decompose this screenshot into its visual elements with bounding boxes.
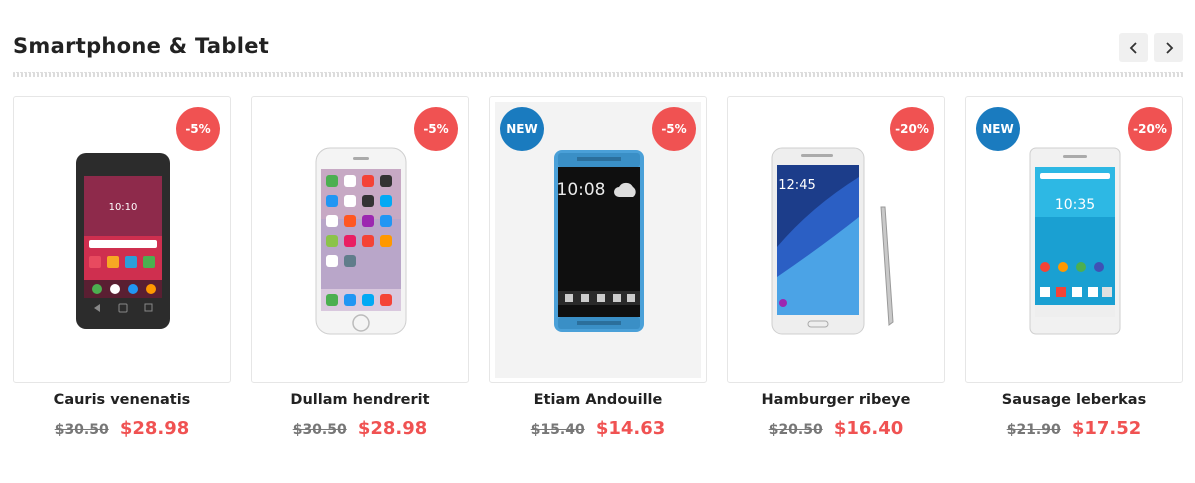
product-name[interactable]: Cauris venenatis: [13, 392, 231, 408]
svg-text:10:08: 10:08: [557, 180, 606, 200]
xperia-white-image: 10:35: [1029, 147, 1121, 334]
old-price: $15.40: [530, 422, 585, 438]
product-carousel: 10:10 -5% Cauris venenatis $30.50 $28.98: [13, 96, 1183, 456]
product-name[interactable]: Sausage leberkas: [965, 392, 1183, 408]
current-price: $28.98: [119, 418, 190, 439]
old-price: $30.50: [292, 422, 347, 438]
product-name[interactable]: Hamburger ribeye: [727, 392, 945, 408]
product-prices: $15.40 $14.63: [489, 418, 707, 439]
current-price: $17.52: [1071, 418, 1142, 439]
product-name[interactable]: Dullam hendrerit: [251, 392, 469, 408]
old-price: $21.90: [1006, 422, 1061, 438]
product-card[interactable]: 10:35 NEW -20% Sausage leberkas $21.90 $…: [965, 96, 1183, 446]
chevron-left-icon: [1129, 41, 1137, 54]
product-prices: $30.50 $28.98: [251, 418, 469, 439]
discount-badge: -5%: [414, 107, 458, 151]
section-header: Smartphone & Tablet: [13, 30, 1183, 77]
product-prices: $30.50 $28.98: [13, 418, 231, 439]
old-price: $20.50: [768, 422, 823, 438]
current-price: $16.40: [833, 418, 904, 439]
carousel-next-button[interactable]: [1154, 33, 1183, 62]
product-image-box[interactable]: 10:35 NEW -20%: [965, 96, 1183, 383]
current-price: $28.98: [357, 418, 428, 439]
product-card[interactable]: 10:08 NEW -5% Etiam Andouille $15.40 $14…: [489, 96, 707, 446]
product-card[interactable]: -5% Dullam hendrerit $30.50 $28.98: [251, 96, 469, 446]
title-divider: [13, 72, 1183, 77]
svg-text:12:45: 12:45: [778, 178, 815, 193]
product-image-box[interactable]: 10:10 -5%: [13, 96, 231, 383]
section-title: Smartphone & Tablet: [13, 34, 270, 58]
discount-badge: -20%: [1128, 107, 1172, 151]
svg-text:10:35: 10:35: [1055, 197, 1095, 213]
product-image-box[interactable]: 10:08 NEW -5%: [489, 96, 707, 383]
new-badge: NEW: [976, 107, 1020, 151]
product-card[interactable]: 10:10 -5% Cauris venenatis $30.50 $28.98: [13, 96, 231, 446]
product-card[interactable]: 12:45 -20% Hamburger ribeye $20.50 $16.4…: [727, 96, 945, 446]
product-image-box[interactable]: -5%: [251, 96, 469, 383]
product-image-box[interactable]: 12:45 -20%: [727, 96, 945, 383]
product-name[interactable]: Etiam Andouille: [489, 392, 707, 408]
iphone-white-image: [315, 147, 407, 334]
current-price: $14.63: [595, 418, 666, 439]
svg-text:10:10: 10:10: [109, 202, 138, 213]
discount-badge: -5%: [652, 107, 696, 151]
carousel-prev-button[interactable]: [1119, 33, 1148, 62]
discount-badge: -5%: [176, 107, 220, 151]
product-prices: $20.50 $16.40: [727, 418, 945, 439]
product-prices: $21.90 $17.52: [965, 418, 1183, 439]
galaxy-note-image: 12:45: [771, 147, 894, 334]
htc-blue-phone-image: 10:08: [554, 149, 644, 332]
chevron-right-icon: [1165, 41, 1173, 54]
discount-badge: -20%: [890, 107, 934, 151]
smartphone-black-image: 10:10: [76, 152, 170, 329]
old-price: $30.50: [54, 422, 109, 438]
new-badge: NEW: [500, 107, 544, 151]
